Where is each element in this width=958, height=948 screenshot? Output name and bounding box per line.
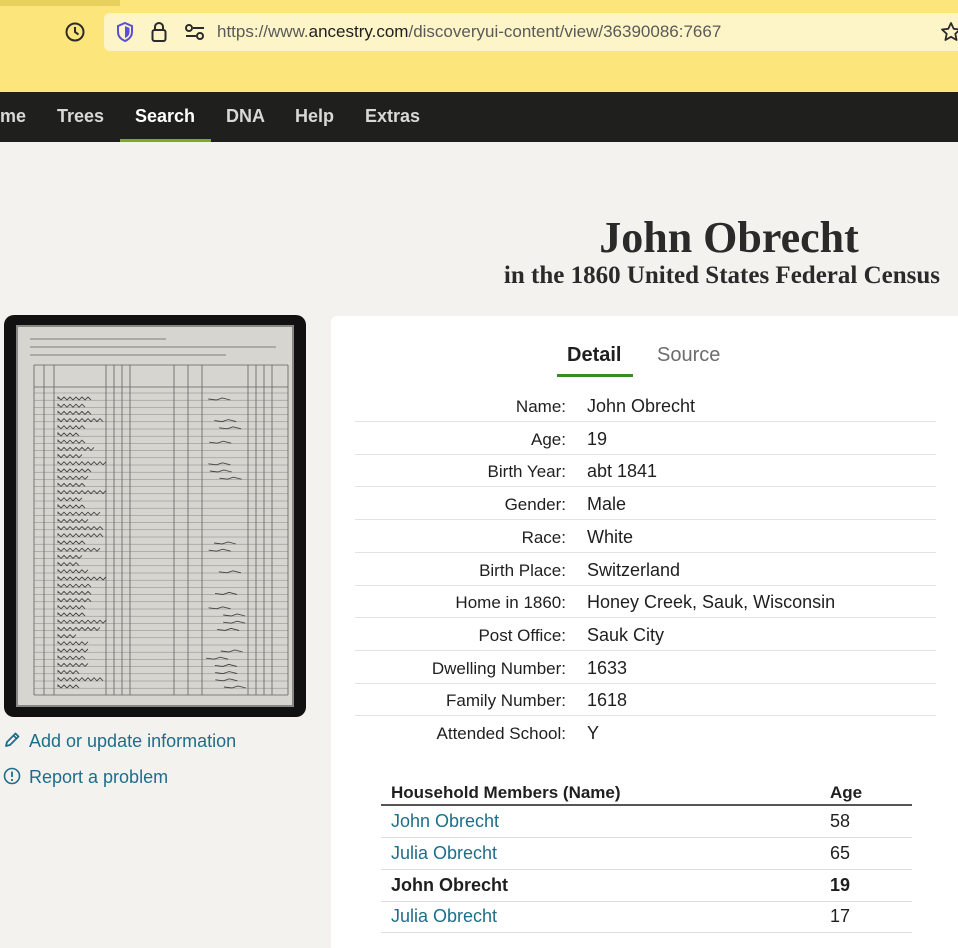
household-row: John Obrecht 58 <box>381 806 912 838</box>
detail-value: Sauk City <box>587 624 665 645</box>
detail-row: Home in 1860: Honey Creek, Sauk, Wisconsi… <box>355 585 936 619</box>
tab-source[interactable]: Source <box>657 344 720 367</box>
permissions-icon[interactable] <box>184 22 206 42</box>
nav-dna[interactable]: DNA <box>226 92 265 142</box>
add-update-information-link[interactable]: Add or update information <box>3 731 236 752</box>
household-member-age: 17 <box>830 906 851 926</box>
household-member-link[interactable]: John Obrecht <box>391 811 499 832</box>
census-page-drawing <box>16 325 294 707</box>
history-icon[interactable] <box>64 21 86 43</box>
browser-tab-strip <box>0 0 120 6</box>
record-title: John Obrecht <box>599 213 859 262</box>
nav-help[interactable]: Help <box>295 92 334 142</box>
detail-row: Gender: Male <box>355 487 936 521</box>
nav-trees[interactable]: Trees <box>57 92 104 142</box>
household-member-age: 58 <box>830 811 851 831</box>
bookmark-star-icon[interactable] <box>940 21 958 43</box>
detail-row: Post Office: Sauk City <box>355 618 936 651</box>
detail-value: abt 1841 <box>587 461 658 482</box>
detail-value: 1618 <box>587 690 628 711</box>
nav-home[interactable]: me <box>0 92 26 142</box>
detail-label: Birth Year: <box>487 462 566 482</box>
detail-row: Age: 19 <box>355 422 936 455</box>
pencil-icon <box>5 732 20 747</box>
detail-value: Y <box>587 723 600 743</box>
detail-value: 1633 <box>587 657 628 678</box>
household-table-header: Household Members (Name) Age <box>381 781 912 806</box>
detail-label: Dwelling Number: <box>431 658 566 678</box>
alert-circle-icon <box>3 767 21 785</box>
report-problem-label: Report a problem <box>29 767 169 787</box>
detail-value: 19 <box>587 428 608 449</box>
detail-label: Attended School: <box>436 724 566 743</box>
detail-label: Name: <box>515 397 566 416</box>
lock-icon[interactable] <box>150 21 168 43</box>
detail-label: Post Office: <box>478 625 566 645</box>
nav-search[interactable]: Search <box>135 92 195 142</box>
detail-label: Home in 1860: <box>455 593 566 613</box>
household-age-header: Age <box>830 783 863 802</box>
household-member-age: 19 <box>830 875 851 895</box>
detail-value: Honey Creek, Sauk, Wisconsin <box>587 592 836 613</box>
household-name-header: Household Members (Name) <box>391 783 621 802</box>
detail-label: Gender: <box>504 495 566 515</box>
detail-value: White <box>587 526 634 547</box>
household-member-age: 65 <box>830 843 851 863</box>
tab-active-indicator <box>557 374 633 377</box>
detail-label: Race: <box>521 527 566 547</box>
household-row: Julia Obrecht 17 <box>381 901 912 933</box>
url-path: /discoveryui-content/view/36390086:7667 <box>408 22 722 41</box>
detail-value: Switzerland <box>587 559 681 580</box>
detail-label: Family Number: <box>446 691 566 711</box>
household-row: Julia Obrecht 65 <box>381 838 912 870</box>
shield-icon[interactable] <box>115 21 135 43</box>
url-prefix: https://www. <box>217 22 309 41</box>
detail-label: Age: <box>531 429 566 449</box>
household-member-link[interactable]: Julia Obrecht <box>391 906 497 927</box>
detail-row: Birth Year: abt 1841 <box>355 454 936 488</box>
nav-active-indicator <box>120 139 211 142</box>
household-row-current: John Obrecht 19 <box>381 870 912 902</box>
detail-row: Attended School: Y <box>355 716 936 749</box>
report-problem-link[interactable]: Report a problem <box>3 767 168 788</box>
detail-row: Dwelling Number: 1633 <box>355 651 936 684</box>
url-domain: ancestry.com <box>308 22 409 41</box>
census-page-image <box>16 325 294 707</box>
census-image-thumbnail[interactable] <box>4 315 306 717</box>
site-navigation: me Trees Search DNA Help Extras <box>0 92 958 142</box>
detail-row: Race: White <box>355 520 936 553</box>
detail-row: Name: John Obrecht <box>355 389 936 422</box>
tab-detail[interactable]: Detail <box>567 344 621 367</box>
household-member-link[interactable]: Julia Obrecht <box>391 843 497 864</box>
detail-row: Birth Place: Switzerland <box>355 553 936 586</box>
detail-value: Male <box>587 494 627 515</box>
detail-value: John Obrecht <box>587 396 696 416</box>
nav-extras[interactable]: Extras <box>365 92 420 142</box>
detail-row: Family Number: 1618 <box>355 683 936 717</box>
detail-label: Birth Place: <box>479 560 566 580</box>
record-subtitle: in the 1860 United States Federal Census <box>503 262 940 289</box>
url-text[interactable]: https://www.ancestry.com/discoveryui-con… <box>217 22 721 42</box>
add-update-label: Add or update information <box>29 731 237 751</box>
household-member-current: John Obrecht <box>391 875 509 895</box>
